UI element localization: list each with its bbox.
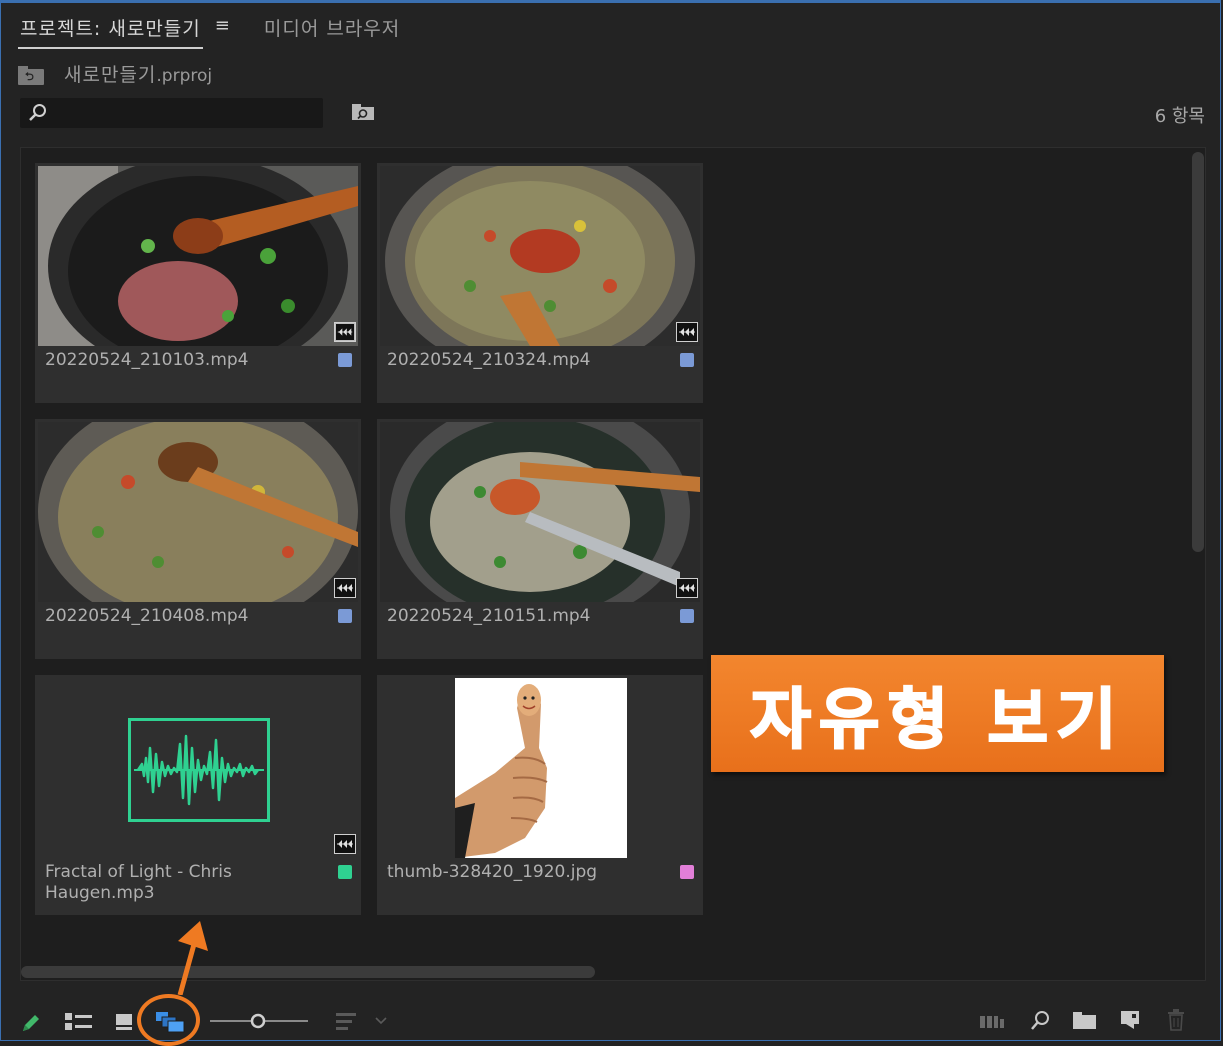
clip-card[interactable]: 20220524_210103.mp4 xyxy=(35,163,361,403)
label-color[interactable] xyxy=(338,609,352,623)
list-view-icon[interactable] xyxy=(65,1013,92,1031)
new-search-bin-icon[interactable] xyxy=(351,103,375,121)
panel-menu-icon[interactable]: ≡ xyxy=(215,15,230,36)
freeform-view-highlight xyxy=(137,994,200,1046)
clip-thumbnail[interactable] xyxy=(38,422,358,602)
find-icon[interactable] xyxy=(1030,1010,1050,1032)
clip-thumbnail[interactable] xyxy=(38,678,358,858)
icon-view-icon[interactable] xyxy=(115,1013,133,1031)
vertical-scrollbar[interactable] xyxy=(1191,152,1204,967)
search-input[interactable] xyxy=(54,101,318,125)
panel-tabs: 프로젝트: 새로만들기 ≡ 미디어 브라우저 xyxy=(18,14,402,49)
label-color[interactable] xyxy=(680,353,694,367)
label-color[interactable] xyxy=(338,865,352,879)
label-color[interactable] xyxy=(680,865,694,879)
automate-to-sequence-icon[interactable] xyxy=(980,1014,1005,1030)
clip-card[interactable]: 20220524_210151.mp4 xyxy=(377,419,703,659)
bottom-toolbar xyxy=(0,994,1223,1046)
clip-card[interactable]: thumb-328420_1920.jpg xyxy=(377,675,703,915)
clear-icon[interactable] xyxy=(1167,1009,1185,1031)
clip-thumbnail[interactable] xyxy=(380,166,700,346)
audio-badge-icon xyxy=(334,834,356,854)
tab-media-browser[interactable]: 미디어 브라우저 xyxy=(262,14,402,47)
clip-thumbnail[interactable] xyxy=(380,422,700,602)
audio-badge-icon xyxy=(676,322,698,342)
audio-badge-icon xyxy=(334,578,356,598)
search-icon xyxy=(29,104,46,121)
label-color[interactable] xyxy=(338,353,352,367)
audio-badge-icon xyxy=(676,578,698,598)
clip-thumbnail[interactable] xyxy=(380,678,700,858)
vertical-scroll-thumb[interactable] xyxy=(1192,152,1204,552)
clip-card[interactable]: Fractal of Light - Chris Haugen.mp3 xyxy=(35,675,361,915)
clip-thumbnail[interactable] xyxy=(38,166,358,346)
audio-waveform-icon xyxy=(128,718,270,822)
clip-card[interactable]: 20220524_210408.mp4 xyxy=(35,419,361,659)
item-count: 6 항목 xyxy=(1154,106,1205,127)
new-bin-icon[interactable] xyxy=(1073,1011,1096,1029)
thumbs-up-image xyxy=(455,678,627,858)
new-item-icon[interactable] xyxy=(1121,1011,1139,1029)
clip-card[interactable]: 20220524_210324.mp4 xyxy=(377,163,703,403)
project-path: ⮌ 새로만들기.prproj xyxy=(18,60,212,87)
tab-project[interactable]: 프로젝트: 새로만들기 xyxy=(18,14,203,49)
zoom-slider[interactable] xyxy=(210,1012,308,1030)
audio-badge-icon xyxy=(334,322,356,342)
annotation-arrow-icon xyxy=(177,921,208,995)
sort-icon[interactable] xyxy=(336,1012,388,1032)
clip-name: 20220524_210324.mp4 xyxy=(387,350,591,370)
horizontal-scroll-thumb[interactable] xyxy=(21,966,595,978)
clip-name: Fractal of Light - Chris Haugen.mp3 xyxy=(45,862,232,903)
project-file-name: 새로만들기.prproj xyxy=(64,64,213,86)
freeform-view-area[interactable]: 20220524_210103.mp4 20220524_210324.mp4 xyxy=(20,147,1206,981)
clip-name: thumb-328420_1920.jpg xyxy=(387,862,598,882)
label-color[interactable] xyxy=(680,609,694,623)
freeform-view-banner: 자유형 보기 xyxy=(711,655,1164,772)
parent-bin-icon[interactable]: ⮌ xyxy=(18,64,44,85)
pencil-icon[interactable] xyxy=(20,1012,42,1034)
clip-name: 20220524_210103.mp4 xyxy=(45,350,249,370)
search-box xyxy=(20,98,323,128)
clip-name: 20220524_210408.mp4 xyxy=(45,606,249,626)
clip-name: 20220524_210151.mp4 xyxy=(387,606,591,626)
